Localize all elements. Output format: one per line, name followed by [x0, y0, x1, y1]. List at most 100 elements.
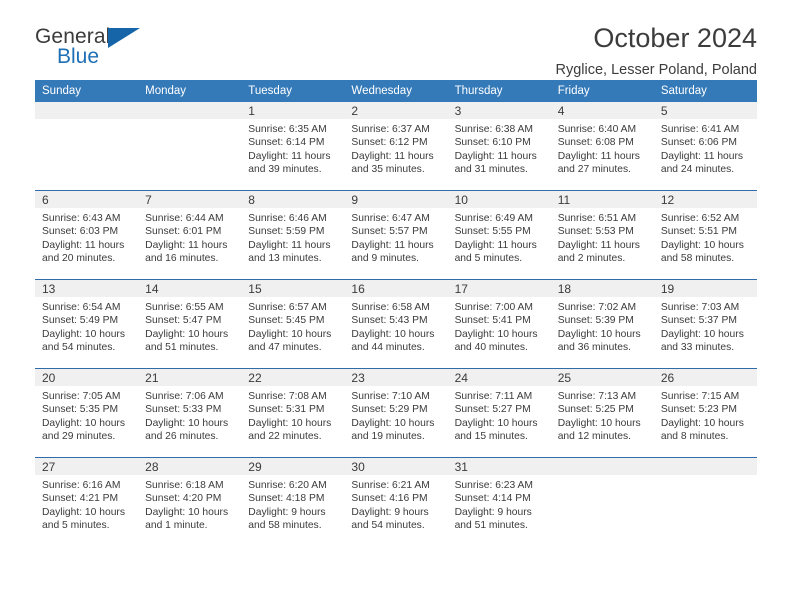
daylight-duration-line1: Daylight: 10 hours — [145, 328, 229, 340]
calendar-day-cell[interactable]: 5 Sunrise: 6:41 AM Sunset: 6:06 PM Daylight… — [653, 102, 757, 191]
calendar-day-cell[interactable]: 27 Sunrise: 6:16 AM Sunset: 4:21 PM Dayligh… — [35, 457, 139, 546]
day-number: 20 — [35, 369, 139, 386]
calendar-day-cell[interactable]: 30 Sunrise: 6:21 AM Sunset: 4:16 PM Dayligh… — [344, 457, 448, 546]
calendar-day-cell[interactable]: 2 Sunrise: 6:37 AM Sunset: 6:12 PM Daylight… — [344, 102, 448, 191]
calendar-day-cell[interactable]: 29 Sunrise: 6:20 AM Sunset: 4:18 PM Dayligh… — [241, 457, 345, 546]
day-details: Sunrise: 6:38 AM Sunset: 6:10 PM Daylight:… — [448, 119, 551, 177]
day-number: 3 — [447, 102, 551, 119]
day-number: 15 — [241, 280, 345, 297]
day-details: Sunrise: 6:21 AM Sunset: 4:16 PM Daylight:… — [344, 475, 447, 533]
day-details: Sunrise: 6:44 AM Sunset: 6:01 PM Daylight:… — [138, 208, 241, 266]
day-number: 21 — [138, 369, 242, 386]
daylight-duration-line2: and 54 minutes. — [351, 520, 425, 532]
daylight-duration-line1: Daylight: 11 hours — [42, 239, 125, 251]
day-details: Sunrise: 6:41 AM Sunset: 6:06 PM Daylight:… — [654, 119, 757, 177]
daylight-duration-line2: and 9 minutes. — [351, 253, 419, 265]
calendar-empty-cell — [550, 457, 654, 546]
calendar-day-cell[interactable]: 6 Sunrise: 6:43 AM Sunset: 6:03 PM Daylight… — [35, 190, 139, 280]
calendar-day-cell[interactable]: 10 Sunrise: 6:49 AM Sunset: 5:55 PM Dayligh… — [447, 190, 551, 280]
sunset-time: Sunset: 6:14 PM — [248, 137, 325, 149]
day-number: 19 — [653, 280, 757, 297]
sunrise-time: Sunrise: 6:38 AM — [454, 124, 533, 135]
day-number: 7 — [138, 191, 242, 208]
calendar-day-cell[interactable]: 9 Sunrise: 6:47 AM Sunset: 5:57 PM Daylight… — [344, 190, 448, 280]
sunset-time: Sunset: 4:21 PM — [42, 493, 119, 505]
day-number: 26 — [653, 369, 757, 386]
calendar-day-cell[interactable]: 1 Sunrise: 6:35 AM Sunset: 6:14 PM Daylight… — [241, 102, 345, 191]
day-details: Sunrise: 6:57 AM Sunset: 5:45 PM Daylight:… — [241, 297, 344, 355]
daylight-duration-line2: and 40 minutes. — [454, 342, 528, 354]
day-number: 2 — [344, 102, 448, 119]
day-number: 31 — [447, 458, 551, 475]
calendar-day-cell[interactable]: 23 Sunrise: 7:10 AM Sunset: 5:29 PM Dayligh… — [344, 368, 448, 458]
sunset-time: Sunset: 6:12 PM — [351, 137, 428, 149]
sunset-time: Sunset: 6:10 PM — [454, 137, 531, 149]
daylight-duration-line2: and 27 minutes. — [557, 164, 631, 176]
daylight-duration-line2: and 16 minutes. — [145, 253, 219, 265]
calendar-day-cell[interactable]: 26 Sunrise: 7:15 AM Sunset: 5:23 PM Dayligh… — [653, 368, 757, 458]
calendar-day-cell[interactable]: 4 Sunrise: 6:40 AM Sunset: 6:08 PM Daylight… — [550, 102, 654, 191]
day-number: 30 — [344, 458, 448, 475]
calendar-day-cell[interactable]: 25 Sunrise: 7:13 AM Sunset: 5:25 PM Dayligh… — [550, 368, 654, 458]
sunrise-time: Sunrise: 7:06 AM — [145, 391, 224, 402]
calendar-day-cell[interactable]: 7 Sunrise: 6:44 AM Sunset: 6:01 PM Daylight… — [138, 190, 242, 280]
day-number — [138, 102, 242, 119]
daylight-duration-line1: Daylight: 11 hours — [351, 150, 434, 162]
calendar-day-cell[interactable]: 17 Sunrise: 7:00 AM Sunset: 5:41 PM Dayligh… — [447, 279, 551, 369]
day-number: 23 — [344, 369, 448, 386]
day-number: 28 — [138, 458, 242, 475]
daylight-duration-line1: Daylight: 10 hours — [351, 328, 435, 340]
calendar-day-cell[interactable]: 24 Sunrise: 7:11 AM Sunset: 5:27 PM Dayligh… — [447, 368, 551, 458]
sunset-time: Sunset: 5:51 PM — [660, 226, 737, 238]
daylight-duration-line2: and 20 minutes. — [42, 253, 116, 265]
sunrise-time: Sunrise: 6:16 AM — [42, 480, 121, 491]
day-details: Sunrise: 6:55 AM Sunset: 5:47 PM Daylight:… — [138, 297, 241, 355]
calendar-day-cell[interactable]: 31 Sunrise: 6:23 AM Sunset: 4:14 PM Dayligh… — [447, 457, 551, 546]
sunset-time: Sunset: 6:01 PM — [145, 226, 222, 238]
sunset-time: Sunset: 4:18 PM — [248, 493, 325, 505]
sunrise-time: Sunrise: 6:44 AM — [145, 213, 224, 224]
day-details: Sunrise: 6:18 AM Sunset: 4:20 PM Daylight:… — [138, 475, 241, 533]
day-details: Sunrise: 6:43 AM Sunset: 6:03 PM Daylight:… — [35, 208, 138, 266]
calendar-day-cell[interactable]: 21 Sunrise: 7:06 AM Sunset: 5:33 PM Dayligh… — [138, 368, 242, 458]
sunrise-time: Sunrise: 6:21 AM — [351, 480, 430, 491]
calendar-day-cell[interactable]: 28 Sunrise: 6:18 AM Sunset: 4:20 PM Dayligh… — [138, 457, 242, 546]
calendar-day-cell[interactable]: 18 Sunrise: 7:02 AM Sunset: 5:39 PM Dayligh… — [550, 279, 654, 369]
daylight-duration-line2: and 2 minutes. — [557, 253, 626, 265]
daylight-duration-line1: Daylight: 11 hours — [557, 239, 640, 251]
calendar-day-cell[interactable]: 15 Sunrise: 6:57 AM Sunset: 5:45 PM Dayligh… — [241, 279, 345, 369]
calendar-day-cell[interactable]: 16 Sunrise: 6:58 AM Sunset: 5:43 PM Dayligh… — [344, 279, 448, 369]
calendar-day-cell[interactable]: 19 Sunrise: 7:03 AM Sunset: 5:37 PM Dayligh… — [653, 279, 757, 369]
calendar-week-row: 13 Sunrise: 6:54 AM Sunset: 5:49 PM Dayligh… — [35, 279, 757, 369]
calendar-week-row: 6 Sunrise: 6:43 AM Sunset: 6:03 PM Daylight… — [35, 190, 757, 280]
calendar-day-cell[interactable]: 14 Sunrise: 6:55 AM Sunset: 5:47 PM Dayligh… — [138, 279, 242, 369]
daylight-duration-line2: and 26 minutes. — [145, 431, 219, 443]
calendar-day-cell[interactable]: 11 Sunrise: 6:51 AM Sunset: 5:53 PM Dayligh… — [550, 190, 654, 280]
daylight-duration-line2: and 39 minutes. — [248, 164, 322, 176]
daylight-duration-line1: Daylight: 10 hours — [557, 417, 641, 429]
daylight-duration-line2: and 22 minutes. — [248, 431, 322, 443]
sunset-time: Sunset: 5:47 PM — [145, 315, 222, 327]
sunset-time: Sunset: 5:37 PM — [660, 315, 737, 327]
calendar-day-cell[interactable]: 20 Sunrise: 7:05 AM Sunset: 5:35 PM Dayligh… — [35, 368, 139, 458]
day-details: Sunrise: 7:11 AM Sunset: 5:27 PM Daylight:… — [448, 386, 551, 444]
sunset-time: Sunset: 5:59 PM — [248, 226, 325, 238]
sunset-time: Sunset: 5:25 PM — [557, 404, 634, 416]
calendar-day-cell[interactable]: 22 Sunrise: 7:08 AM Sunset: 5:31 PM Dayligh… — [241, 368, 345, 458]
day-details: Sunrise: 7:03 AM Sunset: 5:37 PM Daylight:… — [654, 297, 757, 355]
daylight-duration-line1: Daylight: 11 hours — [351, 239, 434, 251]
daylight-duration-line1: Daylight: 10 hours — [660, 328, 744, 340]
sunset-time: Sunset: 5:33 PM — [145, 404, 222, 416]
day-details: Sunrise: 7:05 AM Sunset: 5:35 PM Daylight:… — [35, 386, 138, 444]
daylight-duration-line1: Daylight: 10 hours — [351, 417, 435, 429]
calendar-day-cell[interactable]: 3 Sunrise: 6:38 AM Sunset: 6:10 PM Daylight… — [447, 102, 551, 191]
generalblue-logo[interactable]: General Blue — [35, 26, 155, 76]
sunset-time: Sunset: 5:27 PM — [454, 404, 531, 416]
day-details: Sunrise: 7:00 AM Sunset: 5:41 PM Daylight:… — [448, 297, 551, 355]
calendar-day-cell[interactable]: 12 Sunrise: 6:52 AM Sunset: 5:51 PM Dayligh… — [653, 190, 757, 280]
day-details: Sunrise: 6:47 AM Sunset: 5:57 PM Daylight:… — [344, 208, 447, 266]
calendar-empty-cell — [35, 102, 139, 191]
calendar-day-cell[interactable]: 8 Sunrise: 6:46 AM Sunset: 5:59 PM Daylight… — [241, 190, 345, 280]
calendar-day-cell[interactable]: 13 Sunrise: 6:54 AM Sunset: 5:49 PM Dayligh… — [35, 279, 139, 369]
sunrise-time: Sunrise: 7:13 AM — [557, 391, 637, 402]
